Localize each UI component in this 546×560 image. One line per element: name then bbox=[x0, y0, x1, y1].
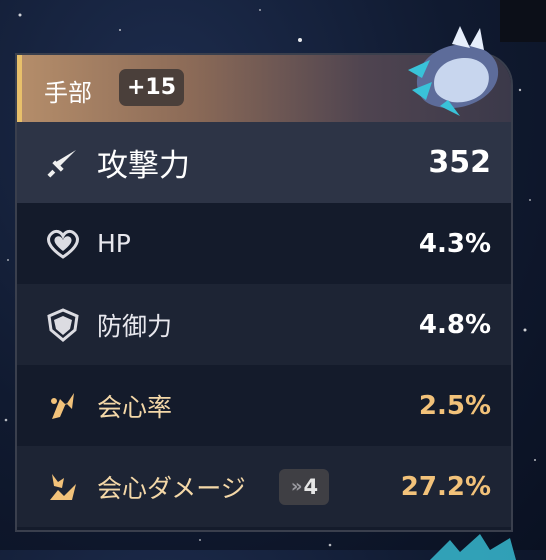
stat-name: 会心ダメージ bbox=[97, 473, 246, 503]
stat-value: 2.5% bbox=[418, 390, 491, 421]
upgrade-count-badge: » 4 bbox=[279, 468, 329, 505]
artifact-slot-label: 手部 bbox=[44, 79, 92, 107]
stat-name: HP bbox=[97, 229, 131, 258]
heart-icon bbox=[45, 226, 81, 262]
artifact-level-badge: +15 bbox=[119, 69, 185, 106]
stat-row: HP 4.3% bbox=[17, 203, 511, 284]
crit-damage-icon bbox=[45, 469, 81, 505]
stat-name: 防御力 bbox=[97, 311, 173, 341]
stat-row: 防御力 4.8% bbox=[17, 284, 511, 365]
double-chevron-icon: » bbox=[290, 476, 303, 497]
stat-value: 4.8% bbox=[418, 309, 491, 340]
crit-rate-icon bbox=[45, 388, 81, 424]
stat-value: 27.2% bbox=[400, 471, 491, 502]
stat-name: 会心率 bbox=[97, 392, 173, 422]
artifact-stat-panel: 手部 +15 攻撃力 352 HP 4.3% 防御力 4.8% 会心率 2.5%… bbox=[15, 53, 513, 532]
sword-icon bbox=[45, 145, 81, 181]
stat-name: 攻撃力 bbox=[97, 148, 190, 184]
set-emblem-icon bbox=[408, 26, 499, 116]
stat-row: 会心ダメージ » 4 27.2% bbox=[17, 446, 511, 527]
next-emblem-icon bbox=[430, 534, 516, 560]
stat-value: 352 bbox=[428, 145, 491, 180]
stat-row: 会心率 2.5% bbox=[17, 365, 511, 446]
shield-icon bbox=[45, 307, 81, 343]
stat-row-main: 攻撃力 352 bbox=[17, 122, 511, 203]
upgrade-count: 4 bbox=[303, 474, 319, 499]
stat-value: 4.3% bbox=[418, 228, 491, 259]
